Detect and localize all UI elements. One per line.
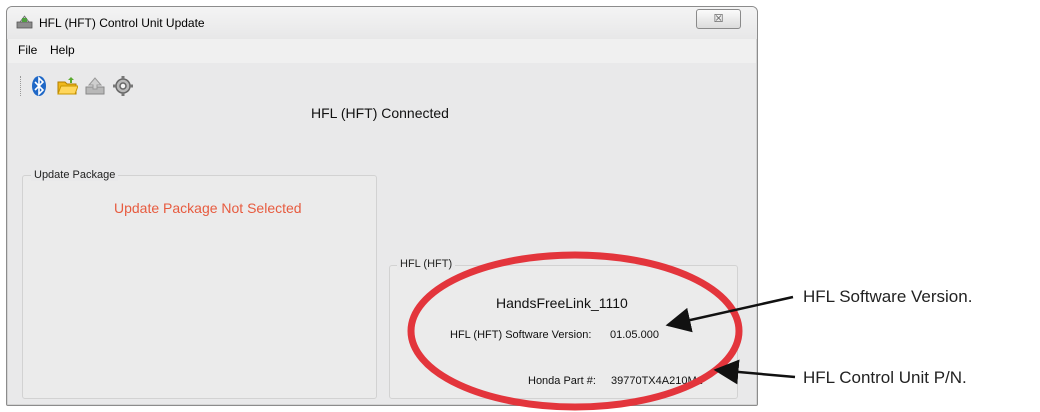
screenshot-canvas: HFL (HFT) Control Unit Update ☒ File Hel… — [0, 0, 1040, 412]
software-version-label: HFL (HFT) Software Version: — [450, 329, 592, 341]
part-number-callout: HFL Control Unit P/N. — [803, 368, 967, 387]
software-version-value: 01.05.000 — [610, 329, 659, 341]
menu-file[interactable]: File — [18, 43, 37, 57]
toolbar — [8, 67, 756, 103]
connection-status: HFL (HFT) Connected — [311, 105, 449, 121]
update-package-label: Update Package — [31, 169, 119, 181]
bluetooth-icon[interactable] — [28, 75, 50, 97]
menu-bar: File Help — [8, 39, 756, 63]
window-title: HFL (HFT) Control Unit Update — [39, 16, 205, 30]
close-button[interactable]: ☒ — [696, 9, 741, 29]
part-number-label: Honda Part #: — [528, 375, 596, 387]
update-window: HFL (HFT) Control Unit Update ☒ File Hel… — [6, 6, 758, 406]
software-version-callout: HFL Software Version. — [803, 287, 973, 306]
device-name: HandsFreeLink_1110 — [496, 295, 628, 311]
toolbar-grip-handle[interactable] — [20, 76, 23, 96]
title-bar: HFL (HFT) Control Unit Update ☒ — [7, 7, 757, 39]
close-icon: ☒ — [713, 13, 724, 25]
open-folder-icon[interactable] — [56, 75, 78, 97]
menu-help[interactable]: Help — [50, 43, 75, 57]
upload-icon[interactable] — [84, 75, 106, 97]
settings-gear-icon[interactable] — [112, 75, 134, 97]
app-icon — [16, 15, 33, 29]
hfl-panel-label: HFL (HFT) — [397, 258, 456, 270]
update-package-status: Update Package Not Selected — [114, 200, 302, 216]
part-number-value: 39770TX4A210M1 — [611, 375, 703, 387]
